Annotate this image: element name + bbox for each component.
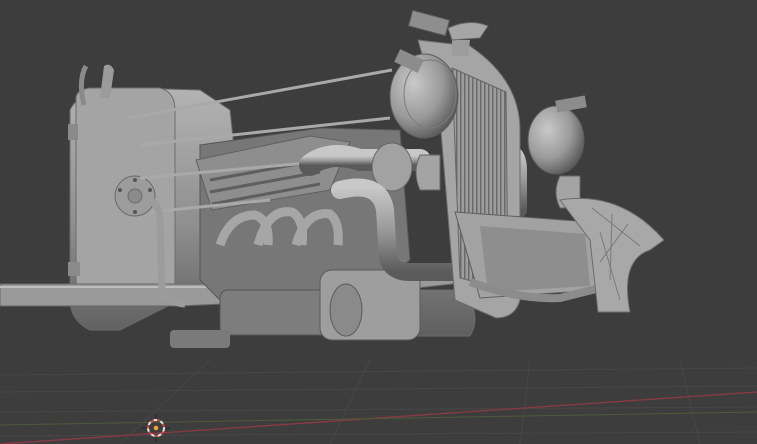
viewport-canvas[interactable]: [0, 0, 757, 444]
firewall-bracket: [68, 262, 80, 276]
alternator-pulley: [329, 283, 363, 337]
headlight-right: [527, 95, 587, 175]
bolt: [148, 188, 152, 192]
bolt: [118, 188, 122, 192]
hot-rod-engine-model[interactable]: [0, 9, 665, 348]
shutter-plate: [407, 9, 451, 37]
radiator-cap: [447, 22, 489, 41]
bolt: [133, 210, 137, 214]
y-axis-line: [0, 411, 757, 426]
crossmember: [170, 330, 230, 348]
radiator-cap-neck: [452, 40, 470, 56]
oil-pan: [219, 289, 331, 336]
bumper-inner-shadow: [480, 226, 590, 292]
3d-cursor[interactable]: [142, 414, 170, 442]
firewall-bracket: [68, 124, 78, 140]
floor-grid: [0, 359, 757, 444]
horn-trumpet: [415, 154, 441, 191]
3d-viewport[interactable]: [0, 0, 757, 444]
bolt: [133, 178, 137, 182]
plate-center-bolt: [127, 188, 143, 204]
